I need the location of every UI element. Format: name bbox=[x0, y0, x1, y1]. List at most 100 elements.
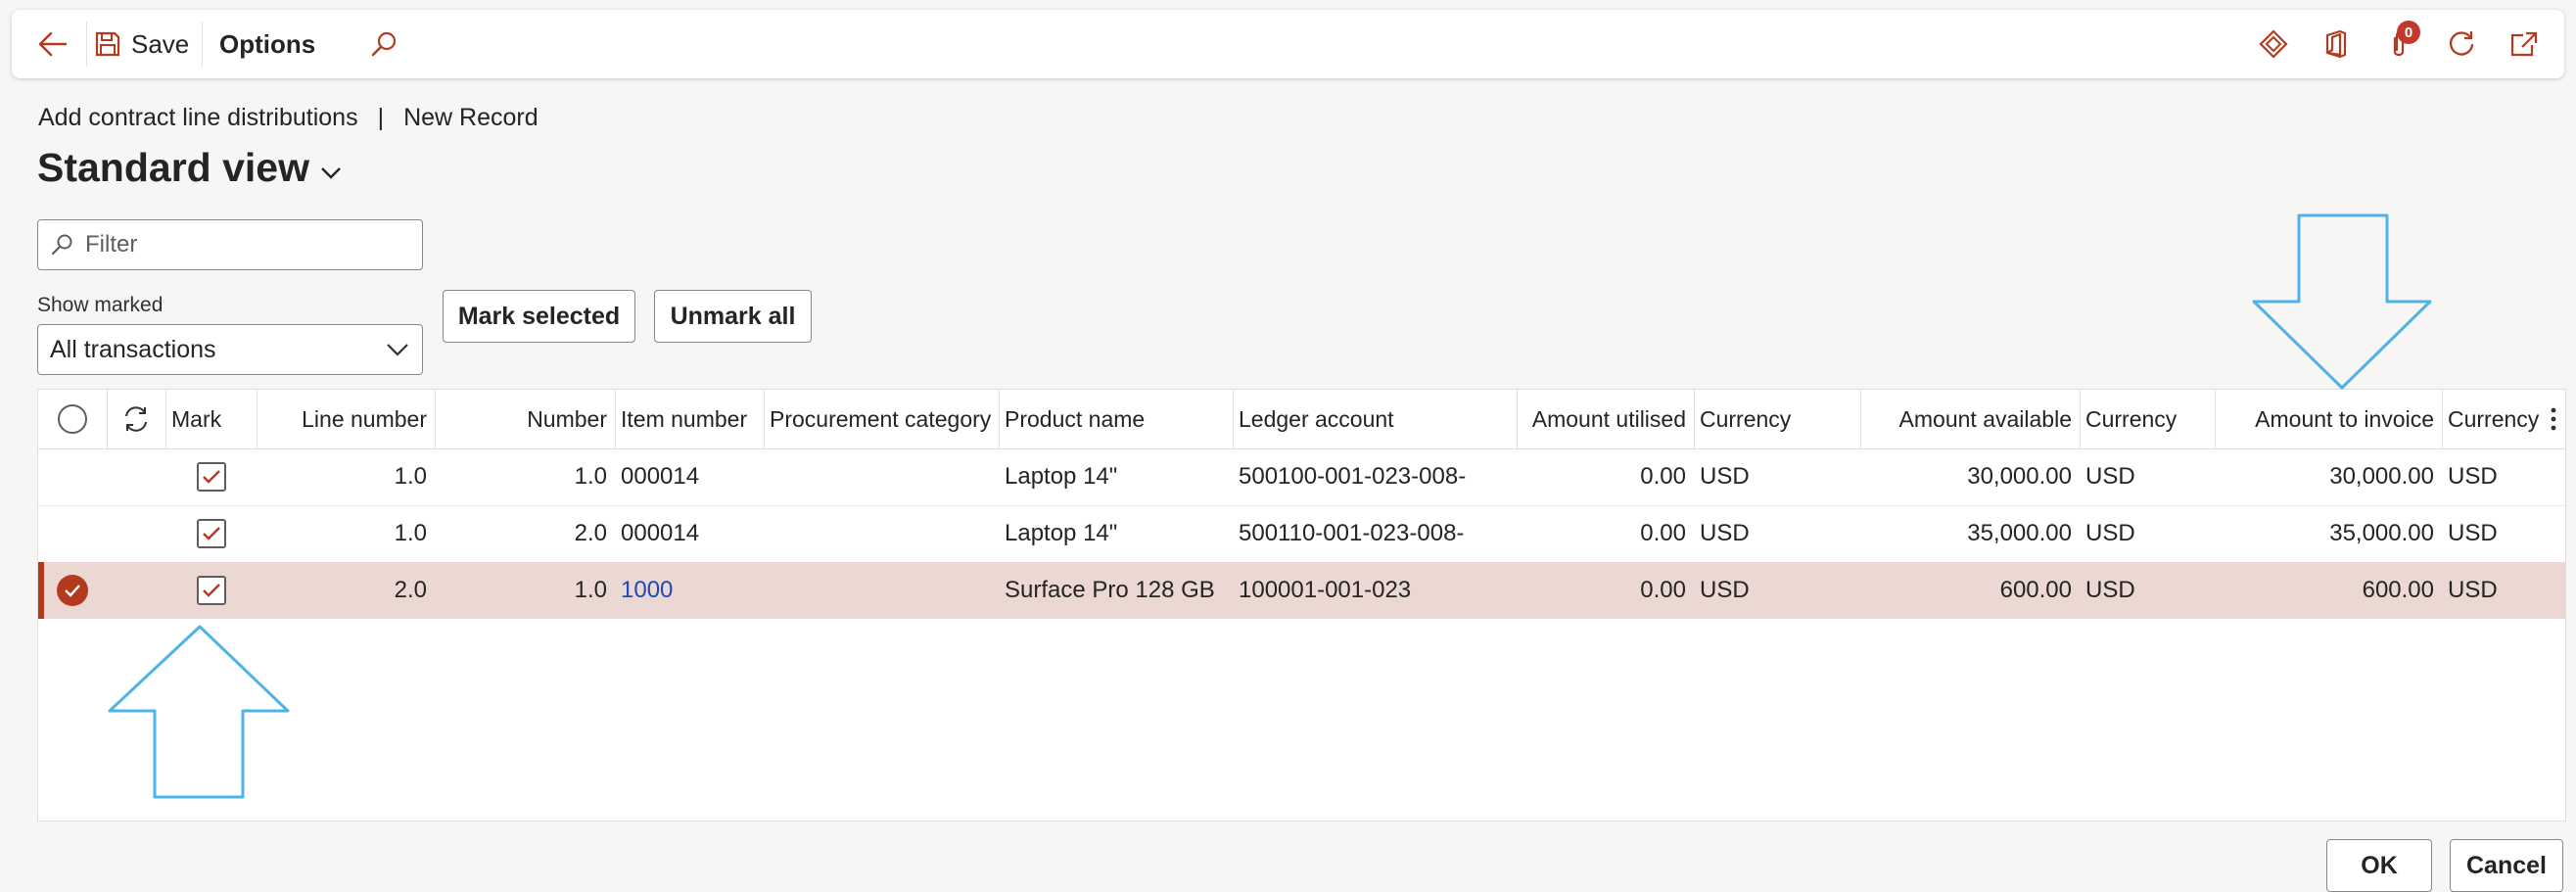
annotation-up-arrow bbox=[108, 625, 290, 799]
cell-currency[interactable]: USD bbox=[1694, 562, 1860, 619]
checkmark-icon bbox=[65, 585, 80, 597]
cell-number[interactable]: 1.0 bbox=[435, 448, 615, 505]
filter-field[interactable] bbox=[37, 219, 423, 270]
checkmark-icon bbox=[202, 527, 220, 540]
cell-currency-2[interactable]: USD bbox=[2080, 562, 2215, 619]
mark-checkbox[interactable] bbox=[165, 448, 257, 505]
cancel-button[interactable]: Cancel bbox=[2450, 839, 2563, 892]
page-title: Standard view bbox=[37, 145, 309, 190]
save-icon bbox=[95, 31, 120, 57]
col-header-ledger-account[interactable]: Ledger account bbox=[1233, 390, 1517, 448]
ok-button[interactable]: OK bbox=[2326, 839, 2432, 892]
search-button[interactable] bbox=[362, 24, 405, 64]
annotation-down-arrow bbox=[2252, 213, 2432, 390]
col-header-currency[interactable]: Currency bbox=[1694, 390, 1860, 448]
cell-amount-to-invoice[interactable]: 30,000.00 bbox=[2215, 448, 2442, 505]
open-new-window-button[interactable] bbox=[2501, 24, 2548, 64]
chevron-down-icon bbox=[321, 166, 341, 179]
refresh-button[interactable] bbox=[2438, 24, 2485, 64]
cell-ledger-account[interactable]: 500100-001-023-008- bbox=[1233, 448, 1517, 505]
toolbar-divider bbox=[202, 22, 203, 67]
column-options-button[interactable] bbox=[2540, 390, 2565, 448]
table-row[interactable]: 1.0 1.0 000014 Laptop 14" 500100-001-023… bbox=[38, 448, 2565, 506]
col-header-line-number[interactable]: Line number bbox=[257, 390, 435, 448]
breadcrumb-separator: | bbox=[377, 104, 385, 131]
cell-ledger-account[interactable]: 100001-001-023 bbox=[1233, 562, 1517, 619]
cell-line-number[interactable]: 2.0 bbox=[257, 562, 435, 619]
options-tab[interactable]: Options bbox=[219, 24, 315, 64]
refresh-grid-button[interactable] bbox=[107, 390, 165, 448]
attachments-button[interactable]: 0 bbox=[2375, 21, 2422, 64]
toolbar-divider bbox=[86, 22, 87, 67]
back-arrow-icon bbox=[38, 31, 68, 57]
office-icon bbox=[2325, 29, 2347, 59]
col-header-item-number[interactable]: Item number bbox=[615, 390, 764, 448]
col-header-amount-available[interactable]: Amount available bbox=[1860, 390, 2080, 448]
cell-product-name[interactable]: Laptop 14" bbox=[999, 505, 1233, 562]
cell-number[interactable]: 2.0 bbox=[435, 505, 615, 562]
col-header-amount-utilised[interactable]: Amount utilised bbox=[1517, 390, 1694, 448]
cell-procurement-category[interactable] bbox=[764, 448, 999, 505]
cell-line-number[interactable]: 1.0 bbox=[257, 505, 435, 562]
search-icon bbox=[371, 31, 397, 57]
cell-currency-3[interactable]: USD bbox=[2442, 448, 2545, 505]
cell-amount-utilised[interactable]: 0.00 bbox=[1517, 505, 1694, 562]
cell-amount-utilised[interactable]: 0.00 bbox=[1517, 448, 1694, 505]
cell-currency[interactable]: USD bbox=[1694, 505, 1860, 562]
cell-line-number[interactable]: 1.0 bbox=[257, 448, 435, 505]
cell-amount-available[interactable]: 35,000.00 bbox=[1860, 505, 2080, 562]
mark-checkbox[interactable] bbox=[165, 562, 257, 619]
view-selector[interactable]: Standard view bbox=[37, 145, 343, 191]
col-header-product-name[interactable]: Product name bbox=[999, 390, 1233, 448]
cell-amount-available[interactable]: 30,000.00 bbox=[1860, 448, 2080, 505]
power-apps-button[interactable] bbox=[2250, 24, 2297, 64]
office-button[interactable] bbox=[2313, 24, 2360, 64]
cell-item-number-link[interactable]: 1000 bbox=[615, 562, 764, 619]
row-selector[interactable] bbox=[38, 562, 107, 619]
cell-amount-to-invoice[interactable]: 600.00 bbox=[2215, 562, 2442, 619]
show-marked-dropdown[interactable]: All transactions bbox=[37, 324, 423, 375]
breadcrumb-record: New Record bbox=[403, 104, 539, 131]
col-header-amount-to-invoice[interactable]: Amount to invoice bbox=[2215, 390, 2442, 448]
cell-procurement-category[interactable] bbox=[764, 562, 999, 619]
filter-search-icon bbox=[51, 234, 72, 256]
unmark-all-button[interactable]: Unmark all bbox=[654, 290, 812, 343]
cell-procurement-category[interactable] bbox=[764, 505, 999, 562]
cell-number[interactable]: 1.0 bbox=[435, 562, 615, 619]
show-marked-label: Show marked bbox=[37, 294, 164, 316]
col-header-mark[interactable]: Mark bbox=[165, 390, 257, 448]
table-row[interactable]: 1.0 2.0 000014 Laptop 14" 500110-001-023… bbox=[38, 505, 2565, 563]
cell-currency-2[interactable]: USD bbox=[2080, 448, 2215, 505]
col-header-procurement-category[interactable]: Procurement category bbox=[764, 390, 999, 448]
col-header-currency-3[interactable]: Currency bbox=[2442, 390, 2545, 448]
cell-currency-3[interactable]: USD bbox=[2442, 562, 2545, 619]
show-marked-value: All transactions bbox=[50, 335, 216, 363]
cell-ledger-account[interactable]: 500110-001-023-008- bbox=[1233, 505, 1517, 562]
select-all-circle-icon bbox=[58, 404, 87, 434]
notification-badge: 0 bbox=[2397, 21, 2420, 44]
filter-input[interactable] bbox=[83, 230, 410, 259]
row-selector[interactable] bbox=[38, 448, 107, 505]
cell-item-number[interactable]: 000014 bbox=[615, 505, 764, 562]
cell-item-number[interactable]: 000014 bbox=[615, 448, 764, 505]
col-header-number[interactable]: Number bbox=[435, 390, 615, 448]
refresh-icon bbox=[2449, 31, 2474, 56]
table-row-selected[interactable]: 2.0 1.0 1000 Surface Pro 128 GB 100001-0… bbox=[38, 562, 2565, 619]
cell-currency[interactable]: USD bbox=[1694, 448, 1860, 505]
col-header-currency-2[interactable]: Currency bbox=[2080, 390, 2215, 448]
save-button[interactable]: Save bbox=[94, 24, 189, 64]
cell-currency-3[interactable]: USD bbox=[2442, 505, 2545, 562]
cell-product-name[interactable]: Laptop 14" bbox=[999, 448, 1233, 505]
mark-selected-button[interactable]: Mark selected bbox=[443, 290, 635, 343]
cell-amount-available[interactable]: 600.00 bbox=[1860, 562, 2080, 619]
cell-product-name[interactable]: Surface Pro 128 GB bbox=[999, 562, 1233, 619]
cell-amount-utilised[interactable]: 0.00 bbox=[1517, 562, 1694, 619]
select-all-checkbox[interactable] bbox=[38, 390, 107, 448]
save-label: Save bbox=[131, 28, 190, 59]
back-button[interactable] bbox=[31, 24, 74, 64]
cell-amount-to-invoice[interactable]: 35,000.00 bbox=[2215, 505, 2442, 562]
chevron-down-icon bbox=[387, 344, 408, 356]
row-selector[interactable] bbox=[38, 505, 107, 562]
cell-currency-2[interactable]: USD bbox=[2080, 505, 2215, 562]
mark-checkbox[interactable] bbox=[165, 505, 257, 562]
